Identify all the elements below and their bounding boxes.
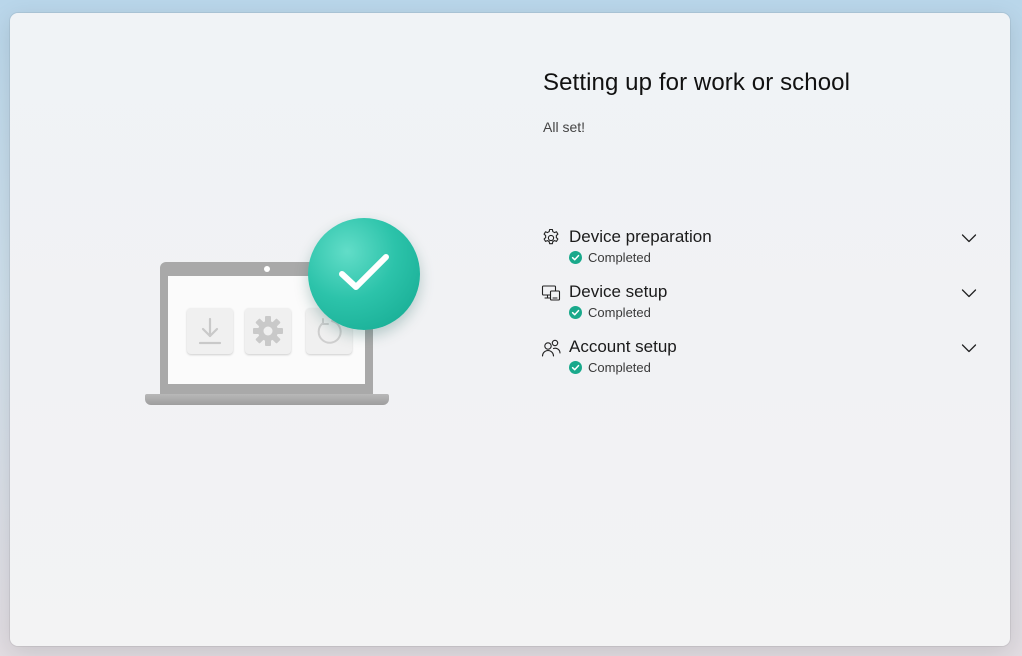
step-status: Completed bbox=[569, 249, 651, 265]
settings-tile bbox=[245, 308, 291, 354]
setup-window: Setting up for work or school All set! D… bbox=[10, 13, 1010, 646]
chevron-down-icon[interactable] bbox=[957, 229, 981, 247]
laptop-camera bbox=[264, 266, 270, 272]
devices-icon bbox=[541, 283, 561, 303]
laptop-base bbox=[145, 394, 389, 405]
check-circle-icon bbox=[569, 305, 582, 319]
page-title: Setting up for work or school bbox=[543, 69, 851, 96]
page-subtitle: All set! bbox=[543, 119, 586, 135]
checkmark-icon bbox=[336, 250, 392, 299]
gear-icon bbox=[541, 228, 561, 248]
step-device-setup[interactable]: Device setup Completed bbox=[541, 281, 981, 336]
download-tile bbox=[187, 308, 233, 354]
download-icon bbox=[197, 316, 223, 346]
setup-steps-list: Device preparation Completed Device setu… bbox=[541, 226, 981, 391]
step-status: Completed bbox=[569, 359, 651, 375]
step-status-text: Completed bbox=[588, 249, 651, 265]
step-label: Account setup bbox=[569, 337, 677, 356]
step-status: Completed bbox=[569, 304, 651, 320]
step-label: Device preparation bbox=[569, 227, 712, 246]
step-label: Device setup bbox=[569, 282, 668, 301]
laptop-illustration bbox=[145, 218, 435, 418]
success-badge bbox=[308, 218, 420, 330]
check-circle-icon bbox=[569, 360, 582, 374]
step-status-text: Completed bbox=[588, 359, 651, 375]
step-device-preparation[interactable]: Device preparation Completed bbox=[541, 226, 981, 281]
people-icon bbox=[541, 338, 561, 358]
chevron-down-icon[interactable] bbox=[957, 284, 981, 302]
step-status-text: Completed bbox=[588, 304, 651, 320]
step-account-setup[interactable]: Account setup Completed bbox=[541, 336, 981, 391]
gear-icon bbox=[252, 315, 284, 347]
chevron-down-icon[interactable] bbox=[957, 339, 981, 357]
check-circle-icon bbox=[569, 250, 582, 264]
